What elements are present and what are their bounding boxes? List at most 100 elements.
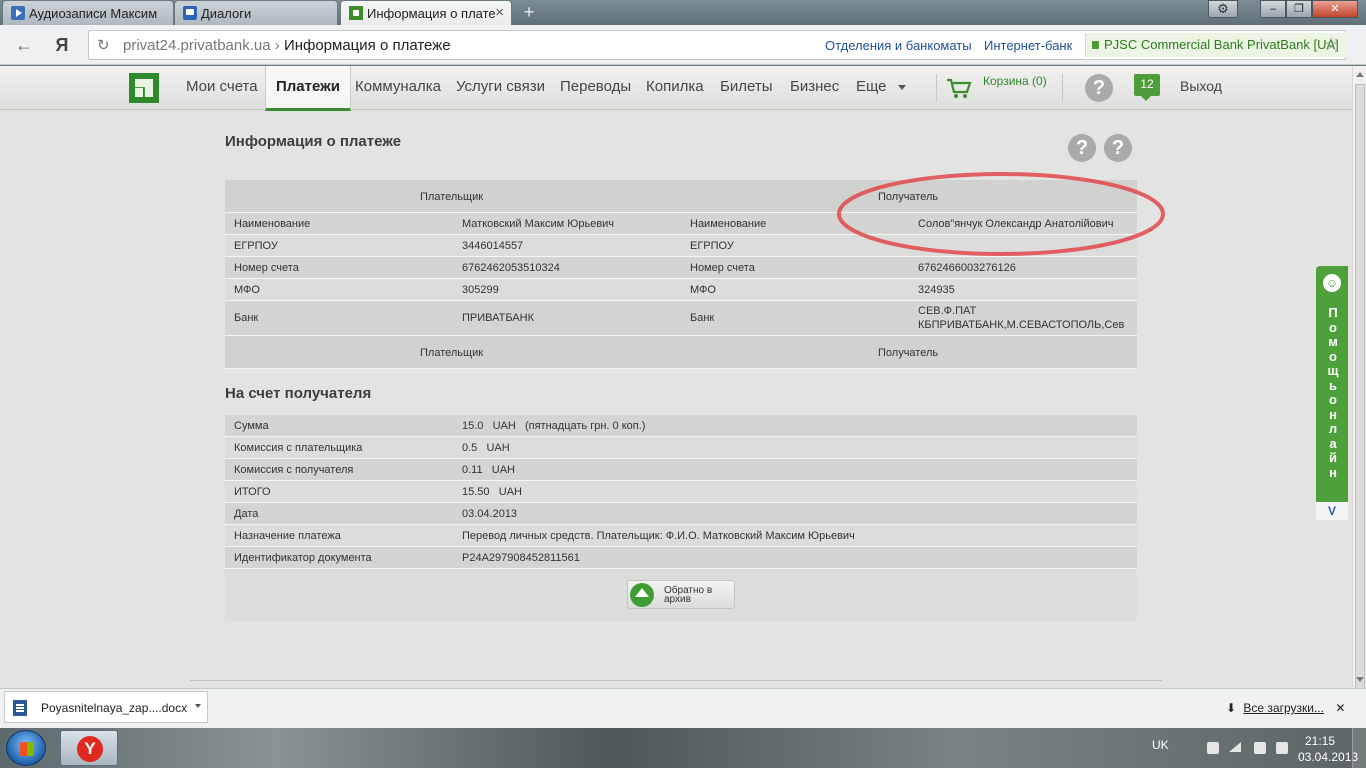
payer-footer: Плательщик [420,347,484,359]
yandex-logo-icon[interactable]: Я [50,33,74,57]
divider [190,680,1162,681]
payer-egrpou: 3446014557 [462,240,524,252]
power-icon[interactable] [1276,742,1288,754]
payer-account: 6762462053510324 [462,262,560,274]
show-desktop-button[interactable] [1352,728,1366,768]
recipient-footer: Получатель [878,347,939,359]
dialogs-icon [183,6,197,20]
new-tab-button[interactable]: + [516,3,542,21]
start-button[interactable] [6,730,46,766]
url-domain: privat24.privatbank.ua [123,37,271,54]
chevron-down-icon[interactable] [195,704,201,708]
row-label: Наименование [234,218,311,230]
menu-utilities[interactable]: Коммуналка [355,78,441,95]
table-row: Дата 03.04.2013 [225,503,1137,525]
help-icon[interactable]: ? [1085,74,1113,102]
arrow-up-icon [630,583,654,607]
close-window-button[interactable]: ✕ [1312,0,1358,18]
close-icon[interactable]: ✕ [1335,701,1345,715]
messages-icon[interactable]: 12 [1134,74,1160,101]
scroll-up-icon[interactable] [1356,72,1364,77]
recipient-bank-line1: СЕВ.Ф.ПАТ [918,305,977,317]
row-label: Сумма [234,420,269,432]
cart-link[interactable]: Корзина (0) [983,74,1047,88]
all-downloads-link[interactable]: ⬇ Все загрузки... ✕ [1226,701,1345,715]
scroll-down-icon[interactable] [1356,677,1364,682]
menu-more[interactable]: Еще [856,78,887,95]
volume-icon[interactable] [1254,742,1266,754]
vertical-scrollbar[interactable] [1352,66,1366,690]
download-arrow-icon: ⬇ [1226,701,1237,715]
privatbank-icon [349,6,363,20]
help-online-tab[interactable]: ☺ Помощь онлайн V [1316,266,1348,520]
purpose-value: Перевод личных средств. Плательщик: Ф.И.… [462,530,855,542]
audio-icon [11,6,25,20]
tab-label: Аудиозаписи Максим [29,6,158,21]
recipient-fee-value: 0.11 UAH [462,464,515,476]
table-row: Комиссия с плательщика 0.5 UAH [225,437,1137,459]
privatbank-logo-icon[interactable] [129,73,159,103]
recipient-mfo: 324935 [918,284,955,296]
tray-device-icon[interactable] [1207,742,1219,754]
network-signal-icon[interactable] [1229,742,1241,752]
menu-tickets[interactable]: Билеты [720,78,772,95]
url-page-title: Информация о платеже [283,37,451,54]
tab-bar: Аудиозаписи Максим Диалоги Информация о … [0,0,1366,25]
row-label: МФО [234,284,260,296]
table-row: ИТОГО 15.50 UAH [225,481,1137,503]
row-label: Комиссия с получателя [234,464,354,476]
logout-link[interactable]: Выход [1180,78,1222,94]
video-help-icon[interactable]: ? [1068,134,1096,162]
minimize-button[interactable]: – [1260,0,1286,18]
row-label: Номер счета [234,262,299,274]
tab-audio[interactable]: Аудиозаписи Максим [2,0,174,25]
reload-icon[interactable]: ↻ [97,36,110,54]
clock[interactable]: 21:15 03.04.2013 [1298,733,1358,765]
browser-toolbar: ← Я ↻ privat24.privatbank.ua › Информаци… [0,25,1366,65]
settings-gear-icon[interactable]: ⚙ [1208,0,1238,18]
ev-certificate-badge[interactable]: PJSC Commercial Bank PrivatBank [UA] [1085,33,1347,57]
menu-transfers[interactable]: Переводы [560,78,631,95]
help-online-label: Помощь онлайн [1327,305,1339,480]
bookmark-star-icon[interactable]: ☆ [1323,34,1339,55]
document-id-value: P24A297908452811561 [462,552,580,564]
row-label: Идентификатор документа [234,552,372,564]
menu-piggybank[interactable]: Копилка [646,78,704,95]
menu-telecom[interactable]: Услуги связи [456,78,545,95]
tab-payment-info[interactable]: Информация о плате × [340,0,512,25]
help-online-footer: V [1316,502,1348,520]
address-bar[interactable]: ↻ privat24.privatbank.ua › Информация о … [88,30,1347,60]
download-item[interactable]: Poyasnitelnaya_zap....docx [4,691,208,723]
table-row: Сумма 15.0 UAH (пятнадцать грн. 0 коп.) [225,415,1137,437]
divider [936,74,937,102]
back-button-label: Обратно в архив [664,585,713,605]
word-document-icon [13,700,27,716]
menu-business[interactable]: Бизнес [790,78,839,95]
scroll-thumb[interactable] [1355,84,1365,690]
site-menu: Мои счета Платежи Коммуналка Услуги связ… [0,66,1352,111]
branches-link[interactable]: Отделения и банкоматы [825,38,972,53]
tab-dialogs[interactable]: Диалоги [174,0,338,25]
section-title: На счет получателя [225,385,372,402]
table-row: МФО 305299 МФО 324935 [225,279,1137,301]
language-indicator[interactable]: UK [1152,738,1169,752]
internet-bank-link[interactable]: Интернет-банк [984,38,1072,53]
download-shelf: Poyasnitelnaya_zap....docx ⬇ Все загрузк… [0,688,1366,728]
taskbar-yandex-browser[interactable]: Y [60,730,118,766]
back-to-archive-button[interactable]: Обратно в архив [627,580,735,609]
chevron-down-icon[interactable] [898,85,906,90]
url-separator: › [274,37,280,54]
row-label: ИТОГО [234,486,271,498]
maximize-button[interactable]: ❐ [1286,0,1312,18]
menu-payments[interactable]: Платежи [265,66,351,111]
back-arrow-icon[interactable]: ← [12,33,36,57]
highlight-circle-annotation [837,172,1165,256]
close-tab-icon[interactable]: × [495,4,504,21]
tab-label: Информация о плате [367,6,496,21]
menu-my-accounts[interactable]: Мои счета [186,78,258,95]
table-footer: Плательщик Получатель [225,336,1137,369]
page-content: Мои счета Платежи Коммуналка Услуги связ… [0,66,1352,688]
cart-icon[interactable] [946,78,972,100]
row-label: Банк [234,312,259,324]
help-icon[interactable]: ? [1104,134,1132,162]
